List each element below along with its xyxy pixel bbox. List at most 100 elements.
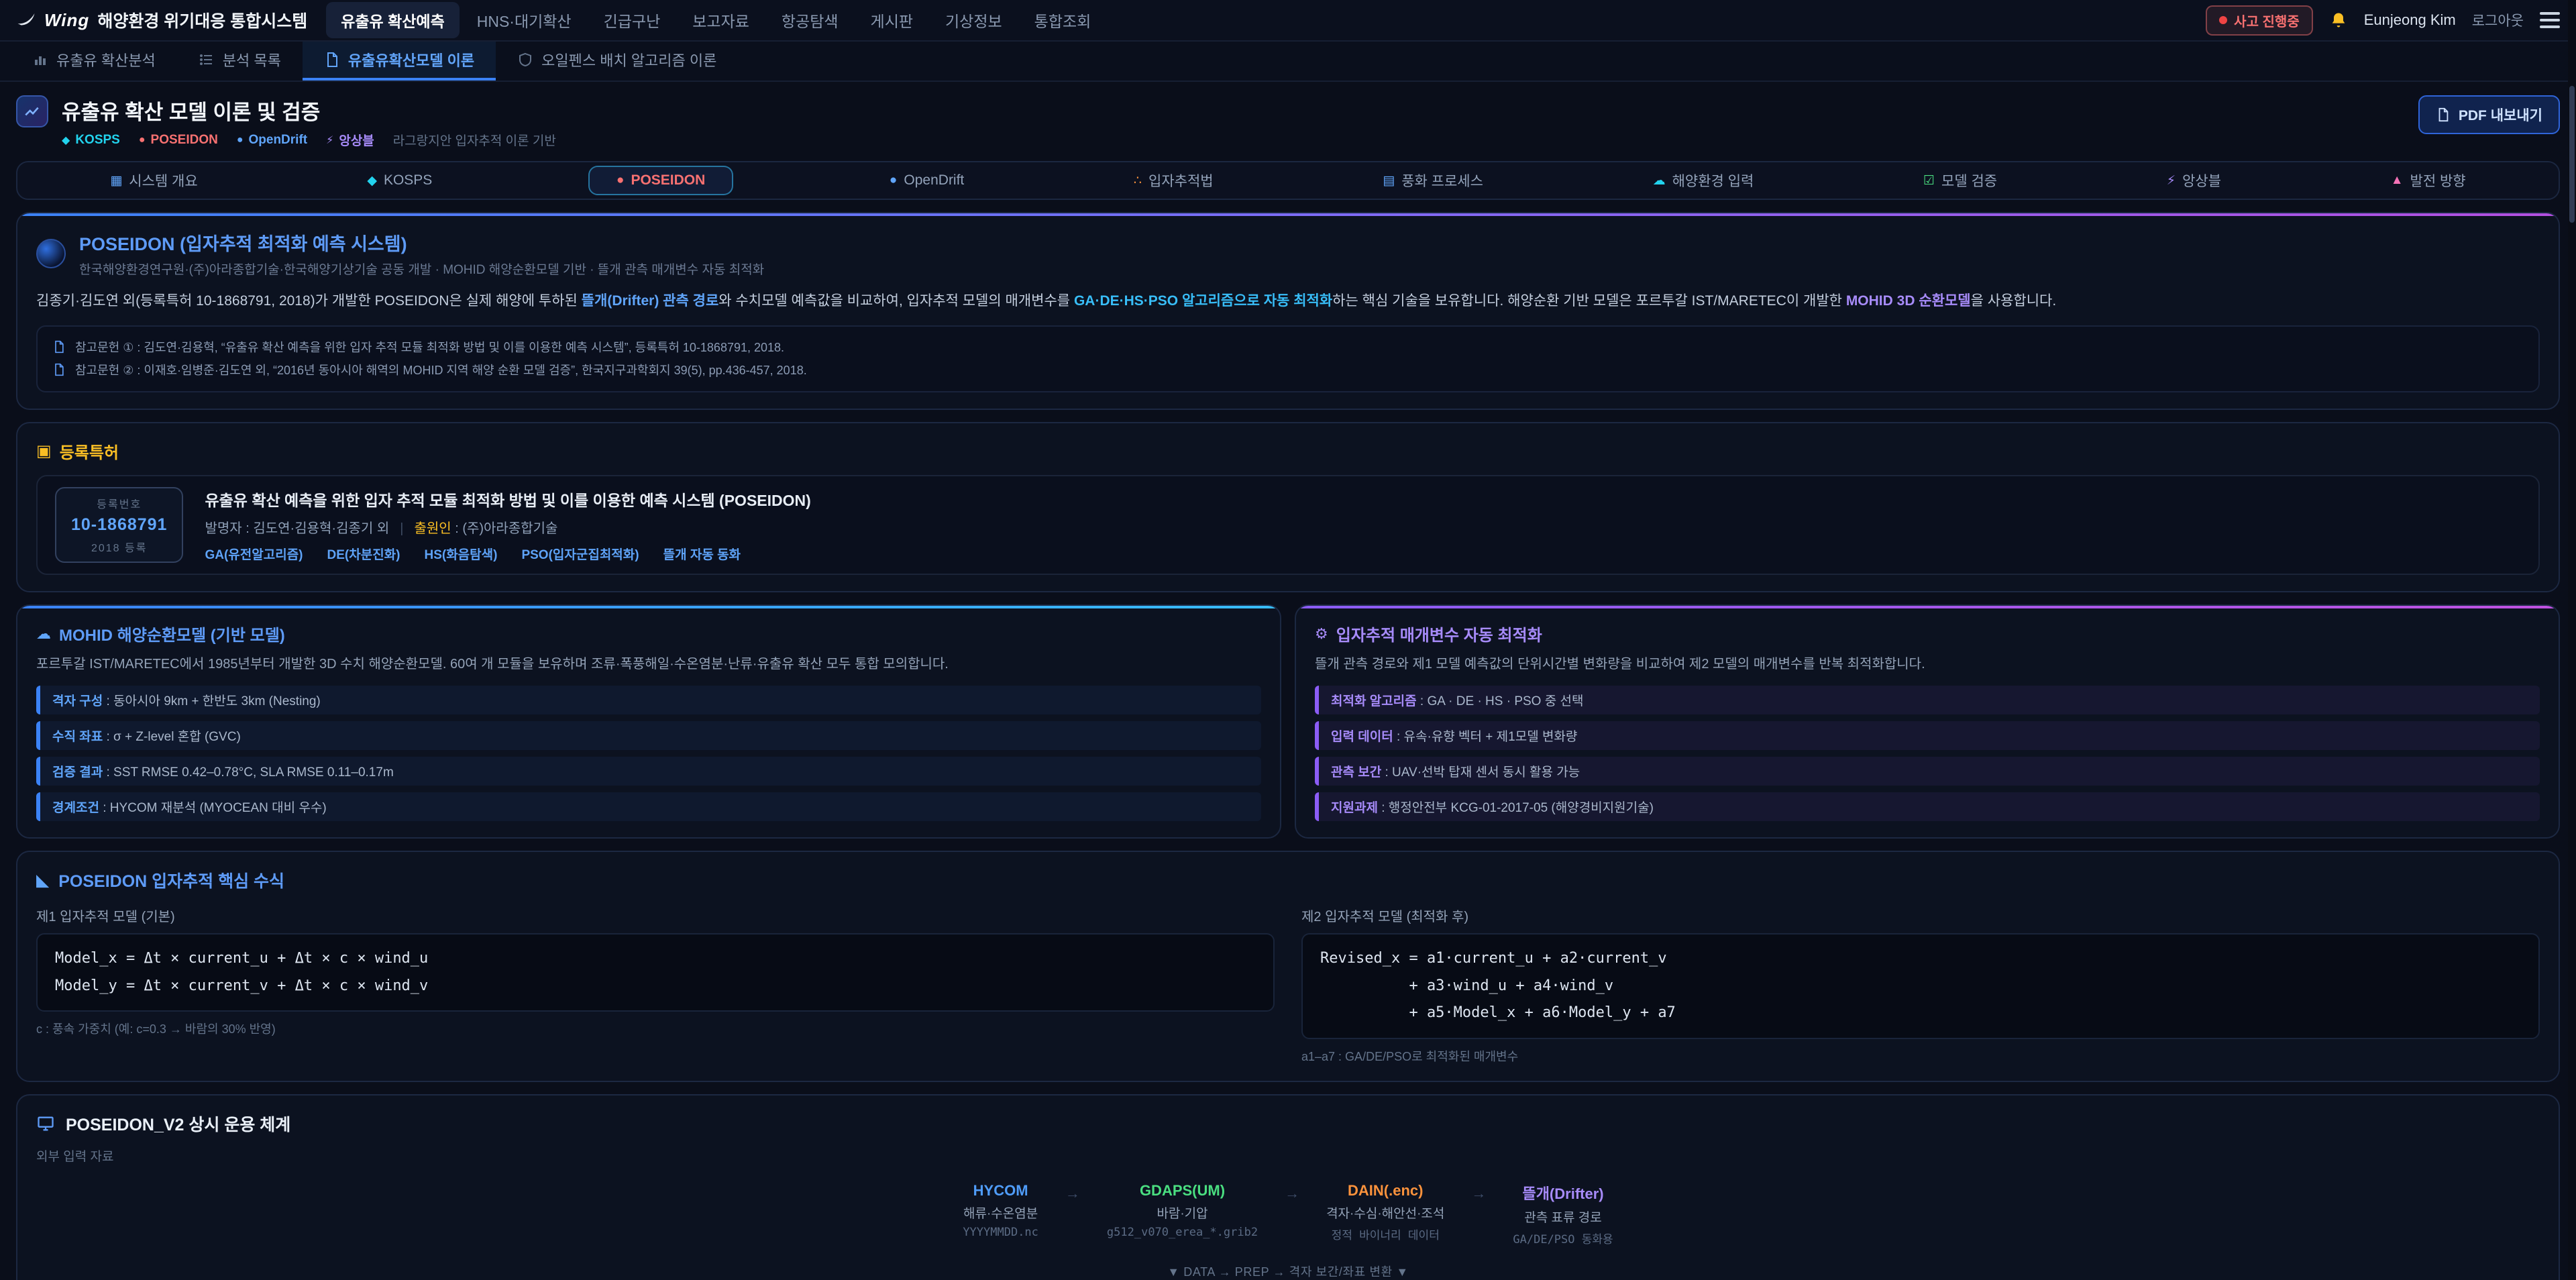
formula-right-caption: a1–a7 : GA/DE/PSO로 최적화된 매개변수 [1301,1047,2540,1065]
main-nav: 유출유 확산예측 HNS·대기확산 긴급구난 보고자료 항공탐색 게시판 기상정… [326,2,1106,38]
logo-text: Wing [44,10,89,31]
table-icon: ▤ [1383,173,1395,189]
nav-item-integrated-search[interactable]: 통합조회 [1020,2,1106,38]
list-icon [199,52,215,68]
source-dain: DAIN(.enc) 격자·수심·해안선·조석 정적 바이너리 데이터 [1313,1182,1458,1242]
scrollbar[interactable] [2568,0,2576,1280]
arrow-icon: → [1285,1185,1299,1202]
nav-item-weather[interactable]: 기상정보 [930,2,1017,38]
nav-item-hns[interactable]: HNS·대기확산 [462,2,586,38]
formula-heading: ◣ POSEIDON 입자추적 핵심 수식 [36,868,2540,892]
pill-particle-tracking[interactable]: ∴입자추적법 [1120,165,1227,196]
spec-row: 경계조건 : HYCOM 재분석 (MYOCEAN 대비 우수) [36,792,1261,821]
app-window: Wing 해양환경 위기대응 통합시스템 유출유 확산예측 HNS·대기확산 긴… [0,0,2576,1280]
dot-icon: ● [139,134,146,146]
poseidon-title: POSEIDON (입자추적 최적화 예측 시스템) [79,229,764,256]
highlight-mohid: MOHID 3D 순환모델 [1846,293,1971,309]
scrollbar-thumb[interactable] [2569,86,2575,223]
source-gdaps: GDAPS(UM) 바람·기압 g512_v070_erea_*.grib2 [1093,1182,1271,1239]
formula-card: ◣ POSEIDON 입자추적 핵심 수식 제1 입자추적 모델 (기본) Mo… [16,851,2560,1082]
poseidon-card-header: POSEIDON (입자추적 최적화 예측 시스템) 한국해양환경연구원·(주)… [36,229,2540,278]
formula-left-code: Model_x = Δt × current_u + Δt × c × wind… [36,933,1275,1012]
patent-number-box: 등록번호 10-1868791 2018 등록 [55,487,183,563]
page-chart-icon [16,95,48,127]
bell-icon[interactable] [2329,11,2348,30]
tabbar: 유출유 확산분석 분석 목록 유출유확산모델 이론 오일펜스 배치 알고리즘 이… [0,42,2576,82]
incident-status-badge[interactable]: 사고 진행중 [2206,5,2313,36]
lightning-icon: ⚡ [2167,173,2176,189]
highlight-algorithms: GA·DE·HS·PSO 알고리즘으로 자동 최적화 [1074,293,1332,309]
poseidon-subtitle: 한국해양환경연구원·(주)아라종합기술·한국해양기상기술 공동 개발 · MOH… [79,260,764,278]
diamond-icon: ◆ [62,134,70,147]
nav-item-reports[interactable]: 보고자료 [678,2,764,38]
arrow-icon: → [1065,1185,1080,1202]
spec-row: 격자 구성 : 동아시아 9km + 한반도 3km (Nesting) [36,686,1261,714]
pill-kosps[interactable]: ◆KOSPS [354,167,445,194]
menu-icon[interactable] [2540,12,2560,28]
pill-ocean-input[interactable]: ☁해양환경 입력 [1640,165,1768,196]
ruler-icon: ◣ [36,870,49,890]
pill-model-validation[interactable]: ☑모델 검증 [1910,165,2010,196]
lightning-icon: ⚡ [326,134,333,147]
pill-ensemble[interactable]: ⚡앙상블 [2153,165,2235,196]
brand: Wing 해양환경 위기대응 통합시스템 [16,8,307,32]
nav-item-emergency-rescue[interactable]: 긴급구난 [589,2,676,38]
nav-item-oil-diffusion[interactable]: 유출유 확산예측 [326,2,460,38]
formula-right-code: Revised_x = a1·current_u + a2·current_v … [1301,933,2540,1039]
chart-icon [32,52,48,68]
document-icon [324,52,340,68]
topbar: Wing 해양환경 위기대응 통합시스템 유출유 확산예측 HNS·대기확산 긴… [0,0,2576,42]
grid-icon: ▦ [110,173,122,189]
check-icon: ☑ [1923,173,1935,189]
mohid-description: 포르투갈 IST/MARETEC에서 1985년부터 개발한 3D 수치 해양순… [36,653,1261,675]
nav-item-aerial-search[interactable]: 항공탐색 [767,2,853,38]
patent-meta: 발명자 : 김도연·김용혁·김종기 외|출원인 : (주)아라종합기술 [205,517,810,537]
two-column-section: ☁ MOHID 해양순환모델 (기반 모델) 포르투갈 IST/MARETEC에… [16,604,2560,839]
formula-right-label: 제2 입자추적 모델 (최적화 후) [1301,906,2540,925]
gear-icon: ⚙ [1315,625,1328,643]
monitor-icon [36,1114,55,1133]
wing-logo-icon [16,10,36,30]
pill-opendrift[interactable]: ●OpenDrift [876,167,977,194]
user-name[interactable]: Eunjeong Kim [2364,11,2456,29]
spec-row: 최적화 알고리즘 : GA · DE · HS · PSO 중 선택 [1315,686,2540,714]
formula-left-label: 제1 입자추적 모델 (기본) [36,906,1275,925]
section-nav: ▦시스템 개요 ◆KOSPS ●POSEIDON ●OpenDrift ∴입자추… [16,161,2560,200]
badge-ensemble: ⚡앙상블 [326,131,374,149]
tab-oil-fence-theory[interactable]: 오일펜스 배치 알고리즘 이론 [496,42,738,81]
pdf-export-button[interactable]: PDF 내보내기 [2418,95,2560,134]
badge-row: ◆KOSPS ●POSEIDON ●OpenDrift ⚡앙상블 라그랑지안 입… [62,131,556,149]
spec-row: 입력 데이터 : 유속·유향 벡터 + 제1모델 변화량 [1315,721,2540,750]
page-head-left: 유출유 확산 모델 이론 및 검증 ◆KOSPS ●POSEIDON ●Open… [16,95,556,149]
topbar-right: 사고 진행중 Eunjeong Kim 로그아웃 [2206,5,2560,36]
mohid-card: ☁ MOHID 해양순환모델 (기반 모델) 포르투갈 IST/MARETEC에… [16,604,1281,839]
pill-roadmap[interactable]: ▲발전 방향 [2377,165,2479,196]
tag-hs[interactable]: HS(화음탐색) [424,545,497,563]
pill-weathering-process[interactable]: ▤풍화 프로세스 [1369,165,1497,196]
tab-diffusion-analysis[interactable]: 유출유 확산분석 [11,42,177,81]
logout-link[interactable]: 로그아웃 [2472,10,2524,30]
nav-item-board[interactable]: 게시판 [856,2,928,38]
badge-kosps: ◆KOSPS [62,133,120,148]
spec-row: 검증 결과 : SST RMSE 0.42–0.78°C, SLA RMSE 0… [36,757,1261,786]
patent-title: 유출유 확산 예측을 위한 입자 추적 모듈 최적화 방법 및 이를 이용한 예… [205,488,810,511]
tag-ga[interactable]: GA(유전알고리즘) [205,545,303,563]
cloud-icon: ☁ [1653,173,1666,189]
pill-system-overview[interactable]: ▦시스템 개요 [97,165,211,196]
tab-analysis-list[interactable]: 분석 목록 [177,42,303,81]
tab-model-theory[interactable]: 유출유확산모델 이론 [303,42,496,81]
badge-poseidon: ●POSEIDON [139,133,218,148]
mohid-heading: ☁ MOHID 해양순환모델 (기반 모델) [36,622,1261,645]
globe-icon [36,239,66,268]
patent-info: 유출유 확산 예측을 위한 입자 추적 모듈 최적화 방법 및 이를 이용한 예… [205,488,810,563]
patent-detail: 등록번호 10-1868791 2018 등록 유출유 확산 예측을 위한 입자… [36,475,2540,575]
pdf-document-icon [2436,107,2451,122]
flow-note: ▼ DATA → PREP → 격자 보간/좌표 변환 ▼ [36,1263,2540,1280]
tag-de[interactable]: DE(차분진화) [327,545,400,563]
pill-poseidon[interactable]: ●POSEIDON [588,166,733,195]
patent-heading: ▣ 등록특허 [36,439,2540,463]
tag-drifter[interactable]: 뜰개 자동 동화 [663,545,741,563]
page-title-block: 유출유 확산 모델 이론 및 검증 ◆KOSPS ●POSEIDON ●Open… [62,95,556,149]
tag-pso[interactable]: PSO(입자군집최적화) [521,545,639,563]
arrow-icon: → [1471,1185,1486,1202]
